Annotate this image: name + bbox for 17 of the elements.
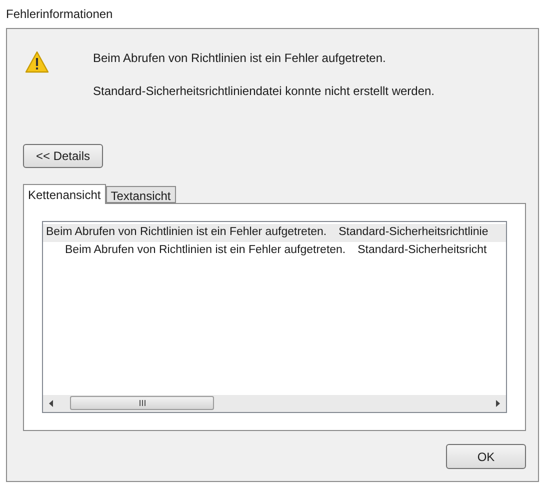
grip-icon (138, 400, 146, 406)
error-message: Beim Abrufen von Richtlinien ist ein Fehler aufgetreten. (93, 50, 387, 67)
horizontal-scrollbar[interactable] (43, 395, 506, 412)
error-message: Standard-Sicherheitsrichtliniendatei konnte nicht erstellt werden. (93, 83, 435, 100)
scroll-thumb[interactable] (70, 396, 214, 410)
chain-row[interactable]: Beim Abrufen von Richtlinien ist ein Fehler aufgetreten. Standard-Sicherheitsricht (43, 242, 506, 260)
window-title: Fehlerinformationen (6, 6, 113, 23)
chain-message: Beim Abrufen von Richtlinien ist ein Fehler aufgetreten. (65, 243, 346, 258)
tab[interactable]: Kettenansicht (23, 184, 106, 204)
details-button[interactable]: << Details (23, 144, 103, 168)
chain-detail: Standard-Sicherheitsricht (358, 243, 487, 258)
chain-detail: Standard-Sicherheitsrichtlinie (338, 225, 488, 240)
warning-icon (25, 51, 49, 73)
chain-row[interactable]: Beim Abrufen von Richtlinien ist ein Fehler aufgetreten. Standard-Sicherheitsrichtlinie (43, 224, 506, 242)
ok-button[interactable]: OK (446, 444, 526, 469)
chain-message: Beim Abrufen von Richtlinien ist ein Fehler aufgetreten. (46, 225, 327, 240)
tab[interactable]: Textansicht (106, 186, 176, 203)
